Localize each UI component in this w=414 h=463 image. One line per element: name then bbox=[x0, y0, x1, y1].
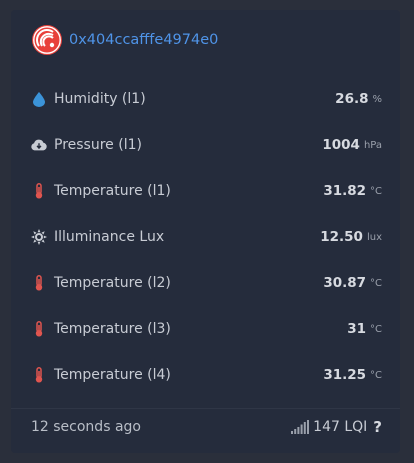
reading-temperature-l3: Temperature (l3) 31 °C bbox=[11, 306, 400, 352]
reading-label: Temperature (l4) bbox=[54, 367, 171, 383]
reading-value: 12.50 bbox=[320, 229, 363, 245]
reading-value: 31.25 bbox=[323, 367, 367, 383]
reading-label: Illuminance Lux bbox=[54, 229, 165, 245]
reading-label: Temperature (l2) bbox=[54, 275, 171, 291]
reading-value: 1004 bbox=[322, 137, 360, 153]
reading-pressure: Pressure (l1) 1004 hPa bbox=[11, 122, 400, 168]
lqi-indicator[interactable]: 147 LQI ? bbox=[291, 418, 382, 436]
help-icon[interactable]: ? bbox=[373, 418, 382, 436]
reading-unit: lux bbox=[366, 231, 382, 243]
reading-illuminance: Illuminance Lux 12.50 lux bbox=[11, 214, 400, 260]
reading-value: 30.87 bbox=[323, 275, 367, 291]
reading-unit: hPa bbox=[363, 139, 382, 151]
card-footer: 12 seconds ago 147 LQI ? bbox=[31, 414, 382, 440]
water-drop-icon bbox=[31, 91, 47, 107]
reading-label: Humidity (l1) bbox=[54, 91, 146, 107]
thermometer-icon bbox=[31, 275, 47, 291]
device-ieee-link[interactable]: 0x404ccafffe4974e0 bbox=[69, 32, 218, 48]
footer-divider bbox=[11, 408, 400, 409]
device-header: 0x404ccafffe4974e0 bbox=[31, 24, 218, 56]
thermometer-icon bbox=[31, 321, 47, 337]
readings-list: Humidity (l1) 26.8 % Pressure (l1) 1004 … bbox=[11, 76, 400, 398]
reading-temperature-l4: Temperature (l4) 31.25 °C bbox=[11, 352, 400, 398]
reading-humidity: Humidity (l1) 26.8 % bbox=[11, 76, 400, 122]
thermometer-icon bbox=[31, 183, 47, 199]
reading-temperature-l2: Temperature (l2) 30.87 °C bbox=[11, 260, 400, 306]
reading-unit: % bbox=[372, 93, 382, 105]
cloud-download-icon bbox=[31, 137, 47, 153]
sun-icon bbox=[31, 229, 47, 245]
espressif-logo-icon bbox=[32, 25, 62, 55]
device-card: 0x404ccafffe4974e0 Humidity (l1) 26.8 % … bbox=[11, 10, 400, 453]
reading-label: Temperature (l3) bbox=[54, 321, 171, 337]
reading-value: 31.82 bbox=[323, 183, 367, 199]
reading-value: 31 bbox=[347, 321, 367, 337]
reading-unit: °C bbox=[370, 185, 382, 197]
reading-unit: °C bbox=[370, 369, 382, 381]
last-seen-text: 12 seconds ago bbox=[31, 419, 141, 435]
thermometer-icon bbox=[31, 367, 47, 383]
reading-label: Temperature (l1) bbox=[54, 183, 171, 199]
signal-bars-icon bbox=[291, 420, 310, 434]
lqi-value: 147 LQI bbox=[313, 419, 368, 435]
reading-value: 26.8 bbox=[335, 91, 369, 107]
reading-temperature-l1: Temperature (l1) 31.82 °C bbox=[11, 168, 400, 214]
reading-unit: °C bbox=[370, 323, 382, 335]
reading-unit: °C bbox=[370, 277, 382, 289]
reading-label: Pressure (l1) bbox=[54, 137, 142, 153]
